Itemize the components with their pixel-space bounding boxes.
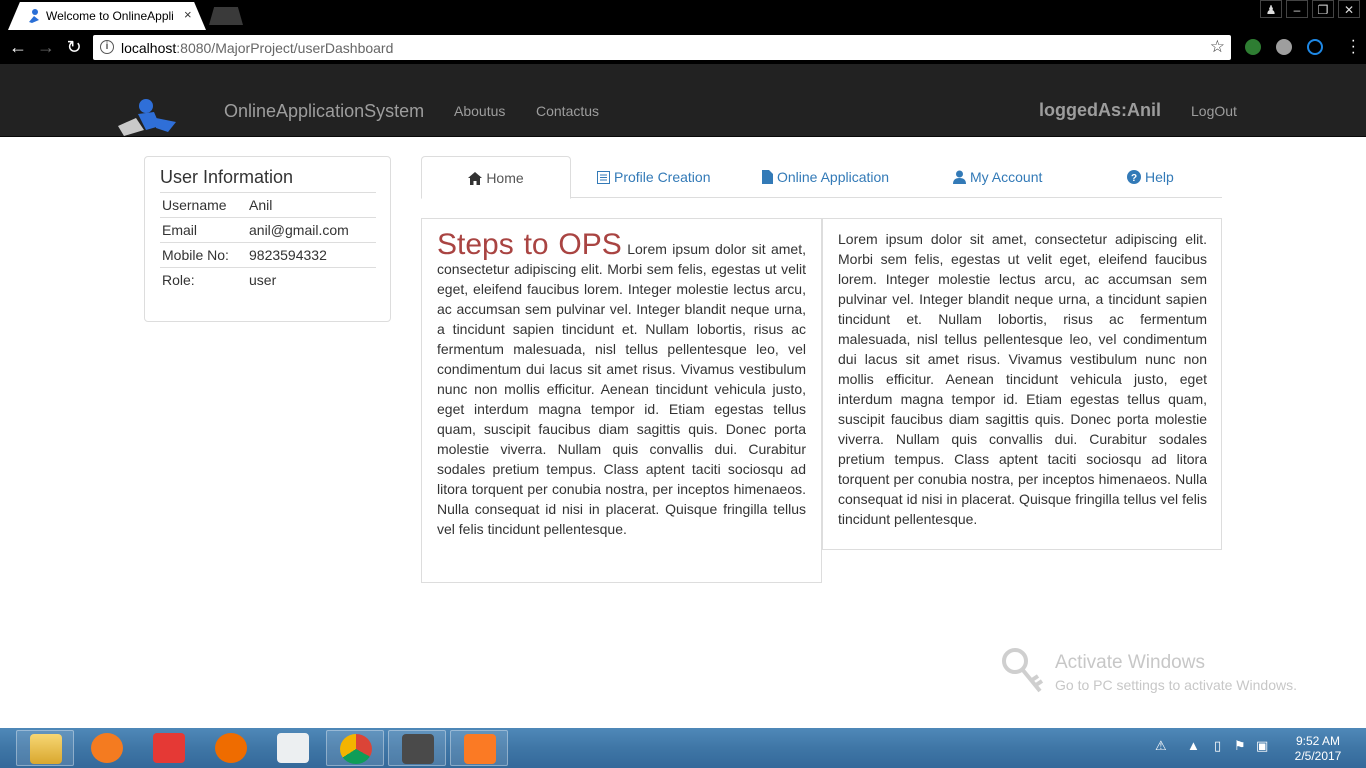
activate-windows-subtitle: Go to PC settings to activate Windows. xyxy=(1055,677,1297,693)
svg-text:?: ? xyxy=(1131,173,1137,184)
nav-contactus[interactable]: Contactus xyxy=(536,103,599,119)
brand-link[interactable]: OnlineApplicationSystem xyxy=(224,101,424,122)
user-info-table: Username Anil Email anil@gmail.com Mobil… xyxy=(160,192,376,293)
logout-link[interactable]: LogOut xyxy=(1191,103,1237,119)
steps-content-box: Steps to OPS Lorem ipsum dolor sit amet,… xyxy=(421,218,822,583)
minimize-icon[interactable]: – xyxy=(1286,0,1308,18)
app-navbar: OnlineApplicationSystem Aboutus Contactu… xyxy=(0,64,1366,137)
list-icon xyxy=(597,171,610,184)
logged-in-user: loggedAs:Anil xyxy=(1039,100,1161,120)
taskbar-sublime[interactable] xyxy=(388,730,446,766)
row-label: Username xyxy=(160,192,247,218)
row-value: anil@gmail.com xyxy=(247,217,376,243)
taskbar-media-player[interactable] xyxy=(264,730,322,766)
clock-time: 9:52 AM xyxy=(1295,734,1341,748)
home-icon xyxy=(468,172,483,185)
new-tab-button[interactable] xyxy=(209,7,243,25)
user-info-panel: User Information Username Anil Email ani… xyxy=(144,156,391,322)
tab-close-icon[interactable]: × xyxy=(184,7,192,22)
row-value: user xyxy=(247,267,376,293)
table-row: Role: user xyxy=(160,267,376,293)
table-row: Mobile No: 9823594332 xyxy=(160,242,376,268)
battery-icon[interactable]: ▯ xyxy=(1214,738,1221,754)
wheel-app-icon xyxy=(215,733,247,763)
forward-arrow-icon[interactable]: → xyxy=(36,37,56,57)
url-text: localhost:8080/MajorProject/userDashboar… xyxy=(121,40,394,56)
row-label: Role: xyxy=(160,267,247,293)
action-center-flag-icon[interactable]: ⚑ xyxy=(1234,738,1246,754)
network-icon[interactable]: ▣ xyxy=(1256,738,1268,754)
browser-tabstrip: Welcome to OnlineAppli × ♟ – ❐ ✕ xyxy=(0,0,1366,30)
taskbar: ⚠ ▲ ▯ ⚑ ▣ 9:52 AM 2/5/2017 xyxy=(0,728,1366,768)
profile-icon[interactable]: ♟ xyxy=(1260,0,1282,18)
user-icon xyxy=(953,170,966,184)
browser-menu-icon[interactable]: · · · xyxy=(1351,33,1356,61)
restore-icon[interactable]: ❐ xyxy=(1312,0,1334,18)
key-icon xyxy=(1002,648,1044,693)
logo-icon xyxy=(118,99,176,136)
table-row: Email anil@gmail.com xyxy=(160,217,376,243)
address-bar[interactable]: i localhost:8080/MajorProject/userDashbo… xyxy=(93,35,1231,60)
chrome-icon xyxy=(340,734,372,764)
tab-home[interactable]: Home xyxy=(421,156,571,199)
table-row: Username Anil xyxy=(160,192,376,218)
extension-icon-2[interactable] xyxy=(1276,39,1292,55)
steps-paragraph: Steps to OPS Lorem ipsum dolor sit amet,… xyxy=(437,228,806,539)
activate-windows-title: Activate Windows xyxy=(1055,652,1205,673)
browser-tab[interactable]: Welcome to OnlineAppli × xyxy=(8,2,206,30)
info-paragraph: Lorem ipsum dolor sit amet, consectetur … xyxy=(838,231,1207,527)
taskbar-file-explorer[interactable] xyxy=(16,730,74,766)
tab-help[interactable]: ? Help xyxy=(1127,156,1174,198)
dashboard-tabs: Home Profile Creation Online Application… xyxy=(421,156,1222,199)
row-value: 9823594332 xyxy=(247,242,376,268)
reload-icon[interactable]: ↻ xyxy=(64,37,84,57)
extension-icon-3[interactable] xyxy=(1307,39,1323,55)
media-player-icon xyxy=(277,733,309,763)
info-content-box: Lorem ipsum dolor sit amet, consectetur … xyxy=(822,218,1222,550)
steps-text: Lorem ipsum dolor sit amet, consectetur … xyxy=(437,241,806,537)
site-favicon-icon xyxy=(29,9,39,23)
row-value: Anil xyxy=(247,192,376,218)
warning-icon[interactable]: ⚠ xyxy=(1155,738,1167,754)
taskbar-app-orange[interactable] xyxy=(202,730,260,766)
file-icon xyxy=(762,170,773,184)
browser-tab-title: Welcome to OnlineAppli xyxy=(46,9,174,23)
taskbar-xampp[interactable] xyxy=(450,730,508,766)
close-window-icon[interactable]: ✕ xyxy=(1338,0,1360,18)
browser-toolbar: ← → ↻ i localhost:8080/MajorProject/user… xyxy=(0,30,1366,64)
tab-profile-creation[interactable]: Profile Creation xyxy=(597,156,711,198)
uc-browser-icon xyxy=(91,733,123,763)
panel-title: User Information xyxy=(160,167,294,187)
folder-icon xyxy=(30,734,62,764)
clock-date: 2/5/2017 xyxy=(1294,749,1342,763)
tab-my-account[interactable]: My Account xyxy=(953,156,1042,198)
question-icon: ? xyxy=(1127,170,1141,184)
back-arrow-icon[interactable]: ← xyxy=(8,37,28,57)
row-label: Mobile No: xyxy=(160,242,247,268)
taskbar-clock[interactable]: 9:52 AM 2/5/2017 xyxy=(1290,734,1346,764)
sublime-text-icon xyxy=(402,734,434,764)
extension-icon-1[interactable] xyxy=(1245,39,1261,55)
tab-online-application[interactable]: Online Application xyxy=(762,156,889,198)
site-info-icon[interactable]: i xyxy=(100,40,114,54)
xampp-icon xyxy=(464,734,496,764)
row-label: Email xyxy=(160,217,247,243)
taskbar-uc-browser[interactable] xyxy=(78,730,136,766)
taskbar-app-red[interactable] xyxy=(140,730,198,766)
bookmark-star-icon[interactable]: ☆ xyxy=(1210,37,1225,57)
steps-title: Steps to OPS xyxy=(437,228,622,261)
show-hidden-icons-icon[interactable]: ▲ xyxy=(1187,738,1200,753)
nav-aboutus[interactable]: Aboutus xyxy=(454,103,505,119)
red-app-icon xyxy=(153,733,185,763)
taskbar-chrome[interactable] xyxy=(326,730,384,766)
